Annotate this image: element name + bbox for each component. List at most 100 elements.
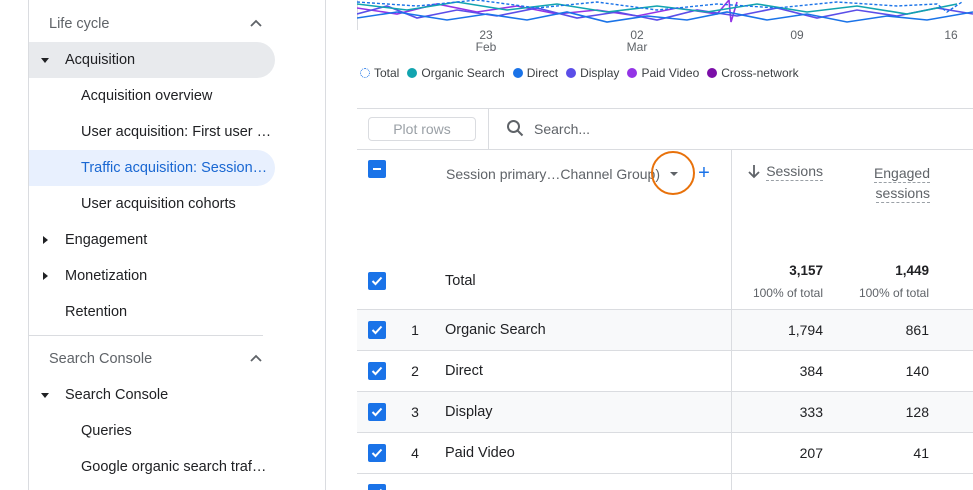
engaged-value: 128 [905, 404, 929, 420]
legend-label: Cross-network [721, 66, 799, 80]
row-checkbox[interactable] [368, 484, 386, 490]
channel-name: Display [445, 404, 493, 420]
nav-label: Acquisition overview [81, 88, 213, 104]
nav-label: Queries [81, 423, 132, 439]
legend-label: Organic Search [421, 66, 505, 80]
add-dimension-button[interactable]: + [696, 163, 712, 183]
engaged-value: 140 [905, 363, 929, 379]
sidebar-item-engagement[interactable]: Engagement [29, 222, 275, 258]
caret-down-icon [41, 393, 49, 398]
section-header-search-console[interactable]: Search Console [29, 341, 275, 377]
total-engaged: 1,449 [895, 263, 929, 278]
header-label: Engaged sessions [873, 165, 930, 203]
nav-label: Google organic search traf… [81, 459, 267, 475]
search-input[interactable] [534, 119, 834, 139]
legend-item-paid-video[interactable]: Paid Video [627, 66, 699, 80]
nav-label: User acquisition cohorts [81, 196, 236, 212]
plot-rows-button[interactable]: Plot rows [368, 117, 476, 141]
check-icon [371, 448, 383, 458]
sidebar-item-queries[interactable]: Queries [29, 413, 275, 449]
x-tick-label: 09 [790, 28, 804, 42]
channel-name: Organic Search [445, 322, 546, 338]
divider [29, 335, 263, 336]
row-checkbox[interactable] [368, 403, 386, 421]
check-icon [371, 407, 383, 417]
check-icon [371, 366, 383, 376]
column-divider [731, 149, 732, 490]
sessions-value: 384 [799, 363, 823, 379]
legend-label: Direct [526, 66, 559, 80]
channel-name: Direct [445, 363, 483, 379]
caret-right-icon [43, 236, 48, 244]
divider [488, 109, 489, 149]
total-checkbox[interactable] [368, 272, 386, 290]
search-icon [507, 120, 524, 137]
nav-label: Search Console [65, 387, 169, 403]
legend-label: Total [374, 66, 400, 80]
nav-label: Monetization [65, 268, 148, 284]
row-checkbox[interactable] [368, 444, 386, 462]
sort-arrow-down-icon[interactable] [747, 164, 761, 180]
chart-legend: Total Organic Search Direct Display Paid… [360, 66, 799, 80]
chart-lines [357, 0, 973, 23]
divider [357, 432, 973, 433]
line-chart [357, 0, 973, 30]
legend-item-cross-network[interactable]: Cross-network [707, 66, 799, 80]
total-label: Total [445, 273, 476, 289]
sidebar-item-traffic-acquisition[interactable]: Traffic acquisition: Session… [29, 150, 275, 186]
sidebar-item-user-acquisition[interactable]: User acquisition: First user … [29, 114, 275, 150]
check-icon [371, 276, 383, 286]
sidebar-item-acquisition-overview[interactable]: Acquisition overview [29, 78, 275, 114]
check-icon [379, 488, 383, 490]
nav-label: User acquisition: First user … [81, 124, 272, 140]
x-tick-label: 16 [944, 28, 958, 42]
column-header-engaged-sessions[interactable]: Engaged sessions [850, 163, 930, 203]
legend-swatch [407, 68, 418, 78]
sidebar-item-search-console[interactable]: Search Console [29, 377, 275, 413]
chevron-up-icon [250, 19, 262, 27]
sidebar: Life cycle Acquisition Acquisition overv… [28, 0, 326, 490]
legend-item-total[interactable]: Total [360, 66, 399, 80]
nav-label: Acquisition [65, 52, 136, 68]
legend-item-organic-search[interactable]: Organic Search [407, 66, 505, 80]
total-sessions: 3,157 [789, 263, 823, 278]
nav-label: Engagement [65, 232, 148, 248]
row-checkbox[interactable] [368, 321, 386, 339]
sessions-value: 1,794 [787, 322, 823, 338]
row-rank: 3 [411, 404, 419, 420]
total-sessions-pct: 100% of total [752, 286, 823, 300]
row-checkbox[interactable] [368, 362, 386, 380]
select-all-checkbox[interactable] [368, 160, 386, 178]
sidebar-item-user-acquisition-cohorts[interactable]: User acquisition cohorts [29, 186, 275, 222]
section-header-life-cycle[interactable]: Life cycle [29, 6, 275, 42]
column-header-sessions[interactable]: Sessions [765, 163, 823, 181]
section-title: Life cycle [49, 16, 110, 32]
x-tick-label: 02 Mar [626, 28, 648, 54]
engaged-value: 41 [913, 445, 929, 461]
legend-swatch [360, 68, 370, 78]
divider [357, 473, 973, 474]
divider [357, 350, 973, 351]
legend-swatch [512, 68, 523, 78]
dimension-header: Session primary…Channel Group) [446, 166, 660, 182]
legend-swatch [566, 68, 577, 78]
x-tick-label: 23 Feb [475, 28, 497, 54]
nav-label: Retention [65, 304, 128, 320]
row-rank: 2 [411, 363, 419, 379]
sidebar-item-monetization[interactable]: Monetization [29, 258, 275, 294]
legend-item-direct[interactable]: Direct [512, 66, 559, 80]
sidebar-item-google-organic-search-traffic[interactable]: Google organic search traf… [29, 449, 275, 485]
channel-name: Paid Video [445, 445, 515, 461]
sidebar-item-retention[interactable]: Retention [29, 294, 275, 330]
check-icon [371, 325, 383, 335]
legend-swatch [707, 68, 718, 78]
caret-right-icon [43, 272, 48, 280]
sidebar-item-acquisition[interactable]: Acquisition [29, 42, 275, 78]
row-rank: 1 [411, 322, 419, 338]
legend-item-display[interactable]: Display [566, 66, 619, 80]
chevron-up-icon [250, 354, 262, 362]
row-rank: 4 [411, 445, 419, 461]
legend-swatch [627, 68, 638, 78]
legend-label: Display [580, 66, 620, 80]
nav-label: Traffic acquisition: Session… [81, 160, 268, 176]
